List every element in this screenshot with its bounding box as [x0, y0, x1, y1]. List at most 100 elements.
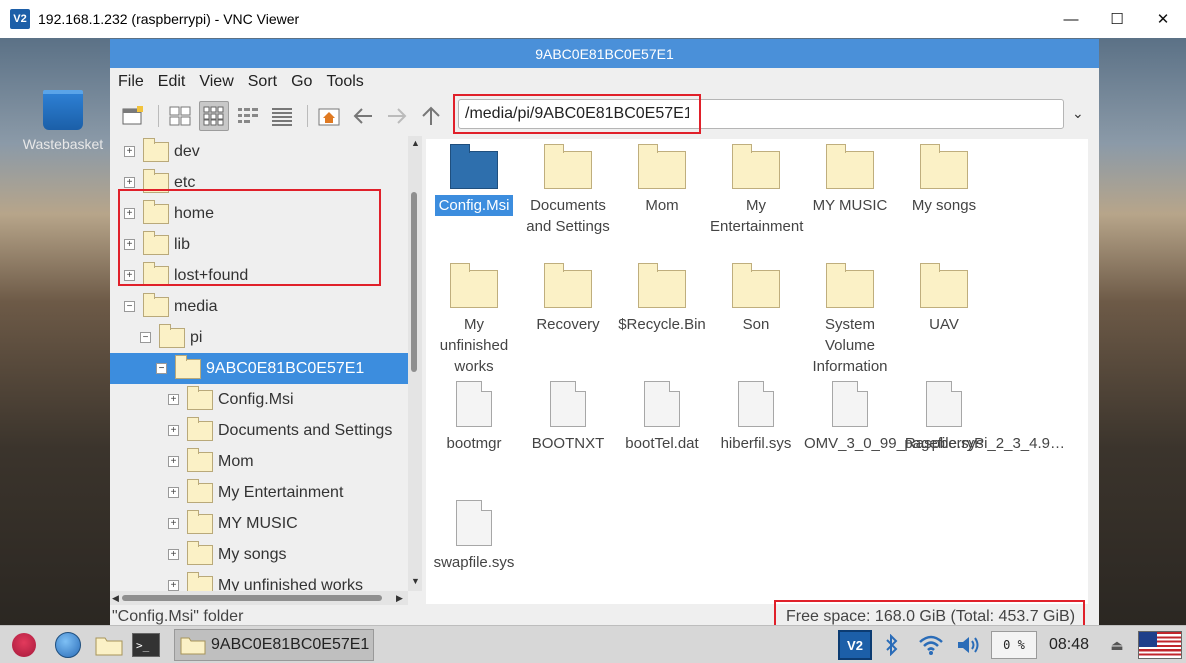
eject-icon[interactable]: ⏏	[1106, 630, 1128, 660]
menu-file[interactable]: File	[118, 73, 152, 91]
back-arrow-icon[interactable]	[348, 101, 378, 131]
wifi-icon[interactable]	[916, 630, 946, 660]
menu-view[interactable]: View	[199, 73, 241, 91]
scroll-right-icon[interactable]: ▶	[396, 593, 403, 604]
vnc-tray-icon[interactable]: V2	[838, 630, 872, 660]
file-item[interactable]: OMV_3_0_99_RaspberryPi_2_3_4.9…	[804, 377, 1065, 454]
folder-icon	[187, 509, 213, 534]
expander-icon[interactable]: +	[168, 549, 179, 560]
file-item[interactable]: bootmgr	[428, 377, 520, 454]
tree-item[interactable]: + Mom	[168, 446, 254, 477]
scroll-down-icon[interactable]: ▼	[411, 576, 420, 586]
folder-item[interactable]: My unfinished works	[428, 258, 520, 377]
up-arrow-icon[interactable]	[416, 101, 446, 131]
expander-icon[interactable]: +	[124, 146, 135, 157]
menu-tools[interactable]: Tools	[326, 73, 371, 91]
folder-icon	[638, 144, 686, 189]
terminal-icon: >_	[132, 633, 160, 657]
close-button[interactable]: ✕	[1140, 0, 1186, 38]
expander-icon[interactable]: −	[156, 363, 167, 374]
wastebasket-shortcut[interactable]: Wastebasket	[18, 90, 108, 152]
clock[interactable]: 08:48	[1046, 630, 1092, 660]
expander-icon[interactable]: +	[168, 456, 179, 467]
compact-view-icon[interactable]	[233, 101, 263, 131]
taskbar-window-item[interactable]: 9ABC0E81BC0E57E1	[174, 629, 374, 661]
expander-icon[interactable]: +	[168, 518, 179, 529]
minimize-button[interactable]: —	[1048, 0, 1094, 38]
bluetooth-icon[interactable]	[880, 630, 904, 660]
scrollbar-thumb[interactable]	[411, 192, 417, 372]
detailed-list-icon[interactable]	[267, 101, 297, 131]
expander-icon[interactable]: −	[124, 301, 135, 312]
raspberry-icon	[12, 633, 36, 657]
folder-item[interactable]: Recovery	[522, 258, 614, 335]
folder-item[interactable]: My songs	[898, 139, 990, 216]
folder-item[interactable]: Mom	[616, 139, 708, 216]
tree-item[interactable]: + dev	[124, 136, 200, 167]
vertical-scrollbar[interactable]: ▲ ▼	[408, 136, 422, 591]
menu-go[interactable]: Go	[291, 73, 320, 91]
folder-icon	[450, 144, 498, 189]
tree-item[interactable]: − media	[124, 291, 218, 322]
new-window-icon[interactable]	[118, 101, 148, 131]
wastebasket-label: Wastebasket	[22, 136, 104, 152]
chevron-down-icon[interactable]: ⌄	[1072, 105, 1084, 122]
volume-icon[interactable]	[954, 630, 984, 660]
file-item[interactable]: pagefile.sys	[898, 377, 990, 454]
icon-view-icon[interactable]	[165, 101, 195, 131]
horizontal-scrollbar[interactable]: ◀ ▶	[110, 591, 408, 605]
expander-icon[interactable]: +	[124, 177, 135, 188]
web-browser-button[interactable]	[52, 630, 84, 660]
raspberry-menu-button[interactable]	[8, 630, 40, 660]
forward-arrow-icon[interactable]	[382, 101, 412, 131]
taskbar: >_ 9ABC0E81BC0E57E1 V2 0 % 08:48 ⏏	[0, 625, 1186, 663]
expander-icon[interactable]: +	[168, 425, 179, 436]
maximize-button[interactable]: ☐	[1094, 0, 1140, 38]
keyboard-layout-flag-icon[interactable]	[1138, 631, 1182, 659]
folder-item[interactable]: $Recycle.Bin	[616, 258, 708, 335]
scroll-up-icon[interactable]: ▲	[411, 138, 420, 148]
file-manager-button[interactable]	[92, 630, 126, 660]
cpu-monitor[interactable]: 0 %	[991, 631, 1037, 659]
folder-item[interactable]: My Entertainment	[710, 139, 803, 237]
tree-item[interactable]: − 9ABC0E81BC0E57E1	[110, 353, 408, 384]
tree-item[interactable]: + Config.Msi	[168, 384, 294, 415]
thumbnail-view-icon[interactable]	[199, 101, 229, 131]
tree-item-label: Config.Msi	[218, 390, 294, 408]
file-item[interactable]: swapfile.sys	[428, 496, 520, 573]
toolbar: ⌄	[110, 94, 1099, 136]
folder-item[interactable]: System Volume Information	[804, 258, 896, 377]
tree-item[interactable]: + My Entertainment	[168, 477, 343, 508]
file-item[interactable]: hiberfil.sys	[710, 377, 802, 454]
expander-icon[interactable]: +	[168, 487, 179, 498]
folder-item[interactable]: Documents and Settings	[522, 139, 614, 237]
folder-icon	[187, 540, 213, 565]
path-bar	[453, 94, 1064, 134]
menu-edit[interactable]: Edit	[158, 73, 194, 91]
tree-item[interactable]: − pi	[140, 322, 202, 353]
menu-bar: File Edit View Sort Go Tools	[110, 68, 1099, 96]
tree-item-label: media	[174, 297, 218, 315]
expander-icon[interactable]: +	[168, 394, 179, 405]
terminal-button[interactable]: >_	[130, 630, 162, 660]
file-item[interactable]: BOOTNXT	[522, 377, 614, 454]
expander-icon[interactable]: −	[140, 332, 151, 343]
menu-sort[interactable]: Sort	[248, 73, 285, 91]
tree-item[interactable]: + Documents and Settings	[168, 415, 392, 446]
file-icon	[738, 381, 774, 427]
file-icon	[456, 381, 492, 427]
expander-icon[interactable]: +	[168, 580, 179, 591]
folder-item[interactable]: Config.Msi	[428, 139, 520, 216]
folder-item[interactable]: Son	[710, 258, 802, 335]
home-icon[interactable]	[314, 101, 344, 131]
tree-item[interactable]: + My songs	[168, 539, 286, 570]
file-item[interactable]: bootTel.dat	[616, 377, 708, 454]
tree-item[interactable]: + MY MUSIC	[168, 508, 298, 539]
scroll-left-icon[interactable]: ◀	[112, 593, 119, 604]
item-label: BOOTNXT	[531, 435, 605, 452]
folder-item[interactable]: MY MUSIC	[804, 139, 896, 216]
window-controls: — ☐ ✕	[1048, 0, 1186, 38]
folder-item[interactable]: UAV	[898, 258, 990, 335]
folder-icon	[143, 137, 169, 162]
scrollbar-thumb[interactable]	[122, 595, 382, 601]
